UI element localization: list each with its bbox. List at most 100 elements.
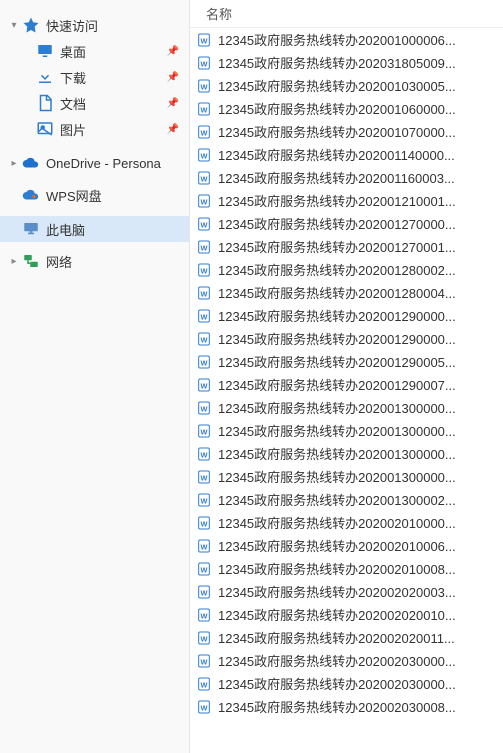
file-name: 12345政府服务热线转办202001300000... xyxy=(218,444,456,463)
file-row[interactable]: W12345政府服务热线转办202001280004... xyxy=(190,281,503,304)
svg-text:W: W xyxy=(201,105,208,114)
svg-text:W: W xyxy=(201,680,208,689)
svg-text:W: W xyxy=(201,82,208,91)
file-name: 12345政府服务热线转办202002020003... xyxy=(218,582,456,601)
file-row[interactable]: W12345政府服务热线转办202002030008... xyxy=(190,695,503,718)
svg-text:W: W xyxy=(201,450,208,459)
star-icon xyxy=(22,16,40,34)
file-row[interactable]: W 12345政府服务热线转办202001280002... xyxy=(190,258,503,281)
file-name: 12345政府服务热线转办202001160003... xyxy=(218,168,455,187)
file-name: 12345政府服务热线转办202001280004... xyxy=(218,283,456,302)
file-row[interactable]: W12345政府服务热线转办202001140000... xyxy=(190,143,503,166)
file-name: 12345政府服务热线转办202001270000... xyxy=(218,214,456,233)
file-row[interactable]: W 12345政府服务热线转办202001300000... xyxy=(190,465,503,488)
svg-text:W: W xyxy=(201,243,208,252)
file-row[interactable]: W12345政府服务热线转办202002020010... xyxy=(190,603,503,626)
file-row[interactable]: W 12345政府服务热线转办202001300000... xyxy=(190,442,503,465)
file-name: 12345政府服务热线转办202001030005... xyxy=(218,76,456,95)
word-doc-icon: W xyxy=(196,262,212,278)
svg-text:W: W xyxy=(201,588,208,597)
word-doc-icon: W xyxy=(196,400,212,416)
word-doc-icon: W xyxy=(196,561,212,577)
file-row[interactable]: W 12345政府服务热线转办202001160003... xyxy=(190,166,503,189)
word-doc-icon: W xyxy=(196,653,212,669)
nav-label: WPS网盘 xyxy=(46,186,189,205)
file-row[interactable]: W 12345政府服务热线转办202001270000... xyxy=(190,212,503,235)
svg-text:W: W xyxy=(201,266,208,275)
file-name: 12345政府服务热线转办202002010008... xyxy=(218,559,456,578)
file-name: 12345政府服务热线转办202001300000... xyxy=(218,398,456,417)
nav-downloads[interactable]: 下载 📌 xyxy=(0,64,189,90)
word-doc-icon: W xyxy=(196,55,212,71)
pictures-icon xyxy=(36,120,54,138)
nav-onedrive[interactable]: ▸ OneDrive - Persona xyxy=(0,150,189,176)
file-row[interactable]: W12345政府服务热线转办202001210001... xyxy=(190,189,503,212)
nav-wps[interactable]: WPS网盘 xyxy=(0,182,189,208)
file-row[interactable]: W12345政府服务热线转办202002030000... xyxy=(190,672,503,695)
file-row[interactable]: W12345政府服务热线转办202001070000... xyxy=(190,120,503,143)
pin-icon: 📌 xyxy=(167,72,179,83)
svg-text:W: W xyxy=(201,174,208,183)
svg-text:W: W xyxy=(201,381,208,390)
word-doc-icon: W xyxy=(196,239,212,255)
svg-text:W: W xyxy=(201,496,208,505)
network-icon xyxy=(22,252,40,270)
word-doc-icon: W xyxy=(196,538,212,554)
nav-quick-access[interactable]: ▾ 快速访问 xyxy=(0,12,189,38)
file-row[interactable]: W12345政府服务热线转办202001290005... xyxy=(190,350,503,373)
file-row[interactable]: W 12345政府服务热线转办202002030000... xyxy=(190,649,503,672)
word-doc-icon: W xyxy=(196,78,212,94)
file-row[interactable]: W 12345政府服务热线转办202001300000... xyxy=(190,396,503,419)
word-doc-icon: W xyxy=(196,515,212,531)
nav-documents[interactable]: 文档 📌 xyxy=(0,90,189,116)
file-row[interactable]: W12345政府服务热线转办202001290000... xyxy=(190,327,503,350)
file-name: 12345政府服务热线转办202001300000... xyxy=(218,467,456,486)
nav-pictures[interactable]: 图片 📌 xyxy=(0,116,189,142)
file-row[interactable]: W 12345政府服务热线转办202001300002... xyxy=(190,488,503,511)
svg-text:W: W xyxy=(201,565,208,574)
file-row[interactable]: W12345政府服务热线转办202001300000... xyxy=(190,419,503,442)
word-doc-icon: W xyxy=(196,147,212,163)
word-doc-icon: W xyxy=(196,676,212,692)
word-doc-icon: W xyxy=(196,170,212,186)
file-row[interactable]: W12345政府服务热线转办202001000006... xyxy=(190,28,503,51)
nav-desktop[interactable]: 桌面 📌 xyxy=(0,38,189,64)
word-doc-icon: W xyxy=(196,607,212,623)
svg-text:W: W xyxy=(201,128,208,137)
word-doc-icon: W xyxy=(196,354,212,370)
file-name: 12345政府服务热线转办202001290000... xyxy=(218,329,456,348)
svg-text:W: W xyxy=(201,404,208,413)
file-row[interactable]: W 12345政府服务热线转办202001030005... xyxy=(190,74,503,97)
file-row[interactable]: W 12345政府服务热线转办202002020003... xyxy=(190,580,503,603)
svg-text:W: W xyxy=(201,427,208,436)
svg-text:W: W xyxy=(201,703,208,712)
file-name: 12345政府服务热线转办202001300002... xyxy=(218,490,456,509)
word-doc-icon: W xyxy=(196,492,212,508)
main-panel: 名称 W12345政府服务热线转办202001000006...W12345政府… xyxy=(190,0,503,753)
nav-network[interactable]: ▸ 网络 xyxy=(0,248,189,274)
word-doc-icon: W xyxy=(196,124,212,140)
nav-this-pc[interactable]: 此电脑 xyxy=(0,216,189,242)
svg-text:W: W xyxy=(201,542,208,551)
svg-text:W: W xyxy=(201,634,208,643)
file-row[interactable]: W12345政府服务热线转办202002020011... xyxy=(190,626,503,649)
file-row[interactable]: W12345政府服务热线转办202002010006... xyxy=(190,534,503,557)
word-doc-icon: W xyxy=(196,469,212,485)
word-doc-icon: W xyxy=(196,193,212,209)
word-doc-icon: W xyxy=(196,216,212,232)
file-name: 12345政府服务热线转办202002030000... xyxy=(218,651,456,670)
file-row[interactable]: W12345政府服务热线转办202001060000... xyxy=(190,97,503,120)
file-row[interactable]: W12345政府服务热线转办202031805009... xyxy=(190,51,503,74)
file-row[interactable]: W12345政府服务热线转办202002010000... xyxy=(190,511,503,534)
word-doc-icon: W xyxy=(196,699,212,715)
svg-text:W: W xyxy=(201,197,208,206)
file-row[interactable]: W 12345政府服务热线转办202002010008... xyxy=(190,557,503,580)
word-doc-icon: W xyxy=(196,630,212,646)
file-name: 12345政府服务热线转办202001000006... xyxy=(218,30,456,49)
file-row[interactable]: W12345政府服务热线转办202001270001... xyxy=(190,235,503,258)
file-row[interactable]: W12345政府服务热线转办202001290007... xyxy=(190,373,503,396)
column-header-name[interactable]: 名称 xyxy=(190,0,503,28)
file-name: 12345政府服务热线转办202001280002... xyxy=(218,260,456,279)
file-list[interactable]: W12345政府服务热线转办202001000006...W12345政府服务热… xyxy=(190,28,503,753)
file-row[interactable]: W12345政府服务热线转办202001290000... xyxy=(190,304,503,327)
